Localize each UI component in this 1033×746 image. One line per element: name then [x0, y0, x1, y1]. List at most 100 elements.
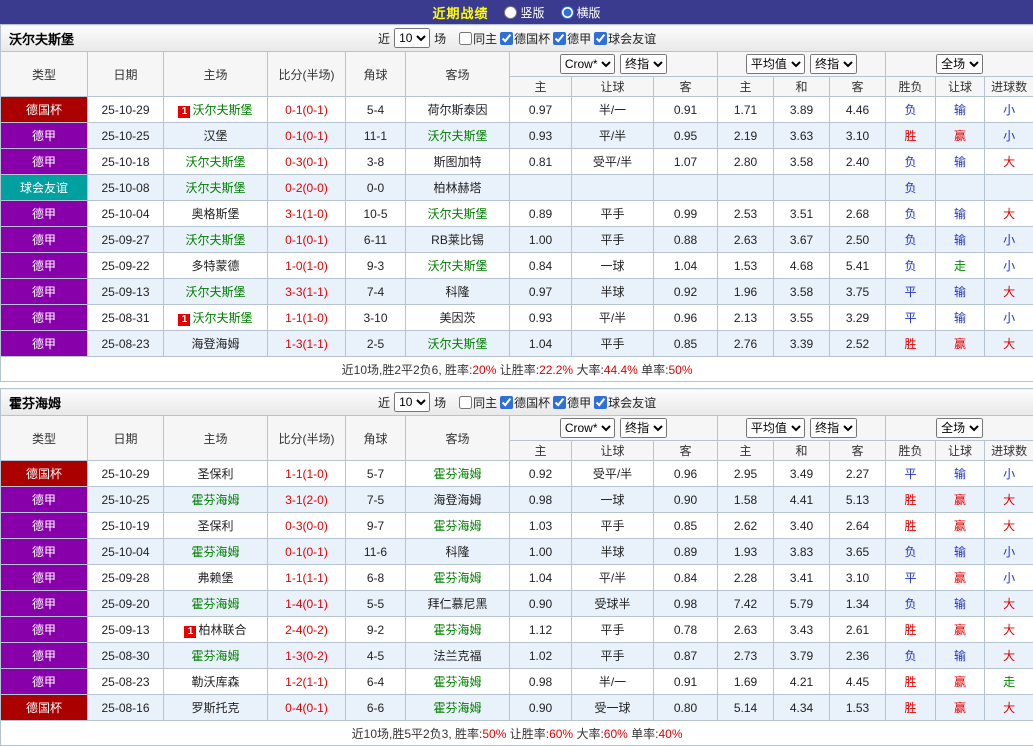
score: 1-1(1-1)	[268, 565, 346, 591]
home-team: 霍芬海姆	[164, 539, 268, 565]
match-row: 德甲 25-10-18 沃尔夫斯堡 0-3(0-1) 3-8 斯图加特 0.81…	[1, 149, 1033, 175]
home-team: 沃尔夫斯堡	[164, 149, 268, 175]
match-date: 25-10-04	[88, 201, 164, 227]
col-date: 日期	[88, 416, 164, 461]
match-row: 德甲 25-08-23 勒沃库森 1-2(1-1) 6-4 霍芬海姆 0.98 …	[1, 669, 1033, 695]
match-row: 德甲 25-08-30 霍芬海姆 1-3(0-2) 4-5 法兰克福 1.02 …	[1, 643, 1033, 669]
handicap-result: 输	[936, 643, 985, 669]
sub-avg-home: 主	[718, 441, 774, 461]
corner-score: 5-4	[346, 97, 406, 123]
odds-group-header: Crow* 终指	[510, 52, 718, 77]
bundesliga-checkbox[interactable]	[553, 396, 566, 409]
vertical-layout-radio[interactable]	[504, 6, 517, 19]
german-cup-filter[interactable]: 德国杯	[500, 394, 550, 411]
horizontal-layout-option[interactable]: 横版	[561, 4, 601, 21]
home-team: 奥格斯堡	[164, 201, 268, 227]
score: 1-0(1-0)	[268, 253, 346, 279]
avg-stage-select[interactable]: 终指	[810, 54, 857, 74]
avg-draw-odds: 4.34	[774, 695, 830, 721]
sub-wdl: 胜负	[886, 441, 936, 461]
match-count-select[interactable]: 10	[394, 28, 430, 48]
handicap-line: 受一球	[572, 695, 654, 721]
away-team: 法兰克福	[406, 643, 510, 669]
avg-home-odds: 2.28	[718, 565, 774, 591]
score: 3-3(1-1)	[268, 279, 346, 305]
match-date: 25-09-27	[88, 227, 164, 253]
avg-away-odds: 2.64	[830, 513, 886, 539]
match-row: 德甲 25-10-19 圣保利 0-3(0-0) 9-7 霍芬海姆 1.03 平…	[1, 513, 1033, 539]
handicap-line: 受球半	[572, 591, 654, 617]
odds-stage-select[interactable]: 终指	[620, 418, 667, 438]
match-row: 德甲 25-09-13 沃尔夫斯堡 3-3(1-1) 7-4 科隆 0.97 半…	[1, 279, 1033, 305]
avg-away-odds: 1.53	[830, 695, 886, 721]
match-row: 德甲 25-09-27 沃尔夫斯堡 0-1(0-1) 6-11 RB莱比锡 1.…	[1, 227, 1033, 253]
bundesliga-filter[interactable]: 德甲	[553, 394, 591, 411]
sub-avg-home: 主	[718, 77, 774, 97]
odds-stage-select[interactable]: 终指	[620, 54, 667, 74]
away-odds: 0.90	[654, 487, 718, 513]
league-badge: 德甲	[1, 643, 88, 669]
league-badge: 球会友谊	[1, 175, 88, 201]
away-team: RB莱比锡	[406, 227, 510, 253]
goals-result: 大	[985, 513, 1033, 539]
home-team: 海登海姆	[164, 331, 268, 357]
avg-select[interactable]: 平均值	[746, 54, 805, 74]
same-home-filter[interactable]: 同主	[459, 30, 497, 47]
handicap-result: 赢	[936, 565, 985, 591]
odds-company-select[interactable]: Crow*	[560, 418, 615, 438]
handicap-result: 输	[936, 539, 985, 565]
league-badge: 德甲	[1, 253, 88, 279]
corner-score: 3-8	[346, 149, 406, 175]
avg-stage-select[interactable]: 终指	[810, 418, 857, 438]
avg-select[interactable]: 平均值	[746, 418, 805, 438]
match-date: 25-10-04	[88, 539, 164, 565]
away-team: 霍芬海姆	[406, 513, 510, 539]
friendly-checkbox[interactable]	[594, 396, 607, 409]
friendly-filter[interactable]: 球会友谊	[594, 394, 656, 411]
home-team: 1沃尔夫斯堡	[164, 305, 268, 331]
away-team: 霍芬海姆	[406, 695, 510, 721]
avg-draw-odds: 3.55	[774, 305, 830, 331]
league-badge: 德甲	[1, 565, 88, 591]
league-badge: 德甲	[1, 513, 88, 539]
match-row: 德国杯 25-10-29 圣保利 1-1(1-0) 5-7 霍芬海姆 0.92 …	[1, 461, 1033, 487]
same-home-filter[interactable]: 同主	[459, 394, 497, 411]
handicap-line: 受平/半	[572, 149, 654, 175]
avg-draw-odds: 3.58	[774, 279, 830, 305]
topbar: 近期战绩 竖版 横版	[0, 0, 1033, 24]
match-count-select[interactable]: 10	[394, 392, 430, 412]
odds-company-select[interactable]: Crow*	[560, 54, 615, 74]
sub-home-odds: 主	[510, 441, 572, 461]
col-corner: 角球	[346, 416, 406, 461]
bundesliga-checkbox[interactable]	[553, 32, 566, 45]
near-label: 近	[378, 30, 390, 47]
league-badge: 德甲	[1, 279, 88, 305]
odds-group-header: Crow* 终指	[510, 416, 718, 441]
wdl-result: 胜	[886, 487, 936, 513]
scope-select[interactable]: 全场	[936, 418, 983, 438]
friendly-filter[interactable]: 球会友谊	[594, 30, 656, 47]
scope-group-header: 全场	[886, 416, 1033, 441]
vertical-layout-option[interactable]: 竖版	[504, 4, 544, 21]
same-home-checkbox[interactable]	[459, 32, 472, 45]
handicap-result: 输	[936, 461, 985, 487]
handicap-line	[572, 175, 654, 201]
same-home-checkbox[interactable]	[459, 396, 472, 409]
horizontal-layout-radio[interactable]	[561, 6, 574, 19]
wdl-result: 负	[886, 253, 936, 279]
german-cup-checkbox[interactable]	[500, 396, 513, 409]
match-date: 25-10-29	[88, 97, 164, 123]
sub-handicap-result: 让球	[936, 441, 985, 461]
home-odds: 1.04	[510, 565, 572, 591]
avg-draw-odds: 4.41	[774, 487, 830, 513]
away-team: 拜仁慕尼黑	[406, 591, 510, 617]
sub-home-odds: 主	[510, 77, 572, 97]
scope-select[interactable]: 全场	[936, 54, 983, 74]
bundesliga-filter[interactable]: 德甲	[553, 30, 591, 47]
german-cup-checkbox[interactable]	[500, 32, 513, 45]
german-cup-filter[interactable]: 德国杯	[500, 30, 550, 47]
friendly-checkbox[interactable]	[594, 32, 607, 45]
avg-home-odds: 1.71	[718, 97, 774, 123]
home-team: 汉堡	[164, 123, 268, 149]
league-badge: 德甲	[1, 331, 88, 357]
